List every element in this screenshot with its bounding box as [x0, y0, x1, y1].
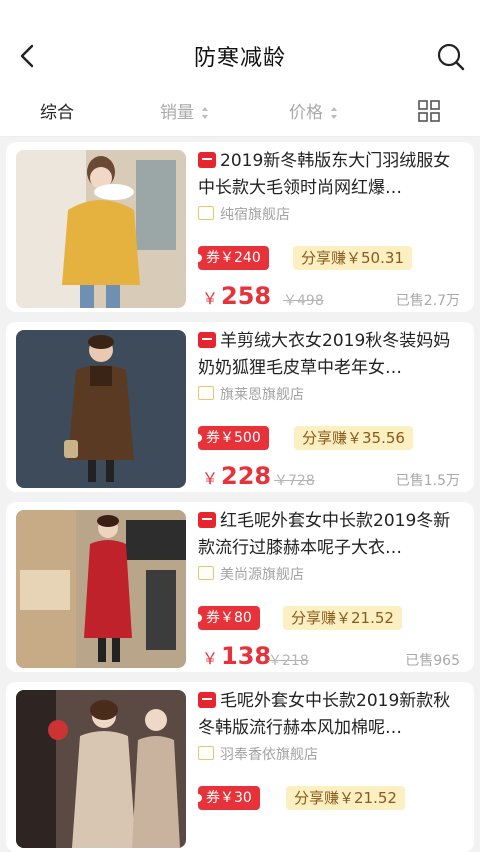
product-image[interactable]	[16, 690, 186, 848]
sort-bar: 综合 销量 价格	[0, 86, 480, 137]
share-earn-badge[interactable]: 分享赚￥21.52	[286, 786, 405, 810]
sort-price-label: 价格	[289, 103, 323, 123]
sort-arrows-icon	[331, 107, 338, 119]
shop-icon	[198, 386, 214, 400]
product-card[interactable]: 毛呢外套女中长款2019新款秋冬韩版流行赫本风加棉呢… 羽奉香依旗舰店 券￥30…	[6, 682, 474, 852]
shop-name[interactable]: 羽奉香依旗舰店	[198, 744, 318, 764]
original-price: ￥728	[274, 473, 315, 489]
page-title: 防寒减龄	[193, 46, 286, 71]
sort-arrows-icon	[202, 107, 209, 119]
tmall-badge-icon	[198, 152, 216, 168]
share-earn-badge[interactable]: 分享赚￥50.31	[293, 246, 412, 270]
product-title[interactable]: 2019新冬韩版东大门羽绒服女中长款大毛领时尚网红爆…	[198, 148, 463, 202]
product-title[interactable]: 羊剪绒大衣女2019秋冬装妈妈奶奶狐狸毛皮草中老年女…	[198, 328, 463, 382]
tmall-badge-icon	[198, 332, 216, 348]
sort-sales-label: 销量	[160, 103, 194, 123]
top-bar: 防寒减龄	[0, 0, 480, 86]
current-price: ￥ 138	[202, 642, 272, 670]
sold-count: 已售2.7万	[395, 293, 460, 309]
sold-count: 已售1.5万	[395, 473, 460, 489]
search-icon[interactable]	[436, 42, 466, 72]
sort-zonghe-tab[interactable]: 综合	[40, 98, 74, 123]
original-price: ￥218	[268, 653, 309, 669]
sort-price-tab[interactable]: 价格	[289, 98, 338, 123]
shop-icon	[198, 206, 214, 220]
product-card[interactable]: 2019新冬韩版东大门羽绒服女中长款大毛领时尚网红爆… 纯宿旗舰店 券￥240 …	[6, 142, 474, 312]
product-image[interactable]	[16, 330, 186, 488]
shop-name[interactable]: 美尚源旗舰店	[198, 564, 304, 584]
sort-sales-tab[interactable]: 销量	[160, 98, 209, 123]
shop-icon	[198, 746, 214, 760]
coupon-badge[interactable]: 券￥80	[194, 606, 260, 630]
product-image[interactable]	[16, 510, 186, 668]
tmall-badge-icon	[198, 692, 216, 708]
grid-view-icon[interactable]	[418, 100, 440, 122]
product-title[interactable]: 毛呢外套女中长款2019新款秋冬韩版流行赫本风加棉呢…	[198, 688, 463, 742]
product-image[interactable]	[16, 150, 186, 308]
coupon-badge[interactable]: 券￥240	[194, 246, 269, 270]
shop-name[interactable]: 旗莱恩旗舰店	[198, 384, 304, 404]
product-card[interactable]: 羊剪绒大衣女2019秋冬装妈妈奶奶狐狸毛皮草中老年女… 旗莱恩旗舰店 券￥500…	[6, 322, 474, 492]
coupon-badge[interactable]: 券￥500	[194, 426, 269, 450]
current-price: ￥ 228	[202, 462, 272, 490]
current-price: ￥ 258	[202, 282, 272, 310]
sold-count: 已售965	[405, 653, 460, 669]
coupon-badge[interactable]: 券￥30	[194, 786, 260, 810]
original-price: ￥498	[283, 293, 324, 309]
tmall-badge-icon	[198, 512, 216, 528]
shop-name[interactable]: 纯宿旗舰店	[198, 204, 290, 224]
share-earn-badge[interactable]: 分享赚￥21.52	[283, 606, 402, 630]
share-earn-badge[interactable]: 分享赚￥35.56	[294, 426, 413, 450]
product-card[interactable]: 红毛呢外套女中长款2019冬新款流行过膝赫本呢子大衣… 美尚源旗舰店 券￥80 …	[6, 502, 474, 672]
product-title[interactable]: 红毛呢外套女中长款2019冬新款流行过膝赫本呢子大衣…	[198, 508, 463, 562]
shop-icon	[198, 566, 214, 580]
